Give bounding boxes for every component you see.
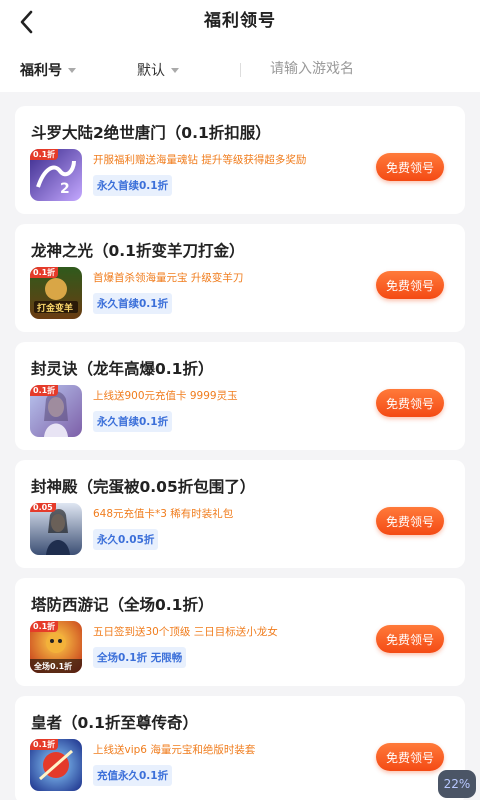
type-filter-label: 福利号 [20,63,62,79]
discount-tag: 永久0.05折 [93,529,159,550]
icon-discount-badge: 0.1折 [30,385,59,396]
game-name: 塔防西游记（全场0.1折） [31,596,214,614]
floating-progress-badge[interactable]: 22% [438,770,476,798]
claim-account-button[interactable]: 免费领号 [376,743,444,771]
svg-text:全场0.1折: 全场0.1折 [33,661,72,671]
game-name: 皇者（0.1折至尊传奇） [31,714,198,732]
game-perk-text: 上线送900元充值卡 9999灵玉 [93,390,238,402]
game-icon-tafang-xiyouji[interactable]: 全场0.1折 0.1折 [30,621,82,673]
caret-down-icon [171,67,179,73]
game-card: 龙神之光（0.1折变羊刀打金） 打金变羊 0.1折 首爆首杀领海量元宝 升级变羊… [15,224,465,332]
claim-account-button[interactable]: 免费领号 [376,271,444,299]
discount-tag: 充值永久0.1折 [93,765,173,786]
game-card: 斗罗大陆2绝世唐门（0.1折扣服） 2 0.1折 开服福利赠送海量魂钻 提升等级… [15,106,465,214]
game-icon-huangzhe[interactable]: 0.1折 [30,739,82,791]
sort-filter-label: 默认 [137,63,165,79]
game-icon-longshen[interactable]: 打金变羊 0.1折 [30,267,82,319]
icon-discount-badge: 0.05 [30,503,56,512]
game-card: 塔防西游记（全场0.1折） 全场0.1折 0.1折 五日签到送30个顶级 三日目… [15,578,465,686]
game-icon-douluo[interactable]: 2 0.1折 [30,149,82,201]
game-search-input[interactable] [270,58,460,80]
claim-account-button[interactable]: 免费领号 [376,389,444,417]
game-name: 封灵诀（龙年高爆0.1折） [31,360,214,378]
svg-text:打金变羊: 打金变羊 [37,302,73,314]
icon-discount-badge: 0.1折 [30,149,59,160]
game-name: 封神殿（完蛋被0.05折包围了） [31,478,256,496]
game-icon-fengshendian[interactable]: 0.05 [30,503,82,555]
game-perk-text: 首爆首杀领海量元宝 升级变羊刀 [93,272,244,284]
icon-discount-badge: 0.1折 [30,621,59,632]
top-bar: 福利领号 [0,0,480,46]
claim-account-button[interactable]: 免费领号 [376,507,444,535]
game-name: 斗罗大陆2绝世唐门（0.1折扣服） [31,124,271,142]
game-perk-text: 648元充值卡*3 稀有时装礼包 [93,508,234,520]
game-perk-text: 上线送vip6 海量元宝和绝版时装套 [93,744,256,756]
game-card: 封灵诀（龙年高爆0.1折） 0.1折 上线送900元充值卡 9999灵玉 永久首… [15,342,465,450]
icon-discount-badge: 0.1折 [30,739,59,750]
page-title: 福利领号 [204,11,276,31]
claim-account-button[interactable]: 免费领号 [376,153,444,181]
caret-down-icon [68,67,76,73]
game-icon-fenglingjue[interactable]: 0.1折 [30,385,82,437]
type-filter-dropdown[interactable]: 福利号 [20,60,76,80]
claim-account-button[interactable]: 免费领号 [376,625,444,653]
filter-bar: 福利号 默认 [0,46,480,92]
game-perk-text: 开服福利赠送海量魂钻 提升等级获得超多奖励 [93,154,307,166]
divider [240,63,241,77]
svg-text:2: 2 [60,181,70,197]
discount-tag: 永久首续0.1折 [93,411,173,432]
icon-discount-badge: 0.1折 [30,267,59,278]
sort-filter-dropdown[interactable]: 默认 [137,60,179,80]
game-card: 封神殿（完蛋被0.05折包围了） 0.05 648元充值卡*3 稀有时装礼包 永… [15,460,465,568]
game-perk-text: 五日签到送30个顶级 三日目标送小龙女 [93,626,278,638]
discount-tag: 永久首续0.1折 [93,175,173,196]
game-card: 皇者（0.1折至尊传奇） 0.1折 上线送vip6 海量元宝和绝版时装套 充值永… [15,696,465,800]
discount-tag: 永久首续0.1折 [93,293,173,314]
game-name: 龙神之光（0.1折变羊刀打金） [31,242,245,260]
discount-tag: 全场0.1折 无限畅 [93,647,187,668]
